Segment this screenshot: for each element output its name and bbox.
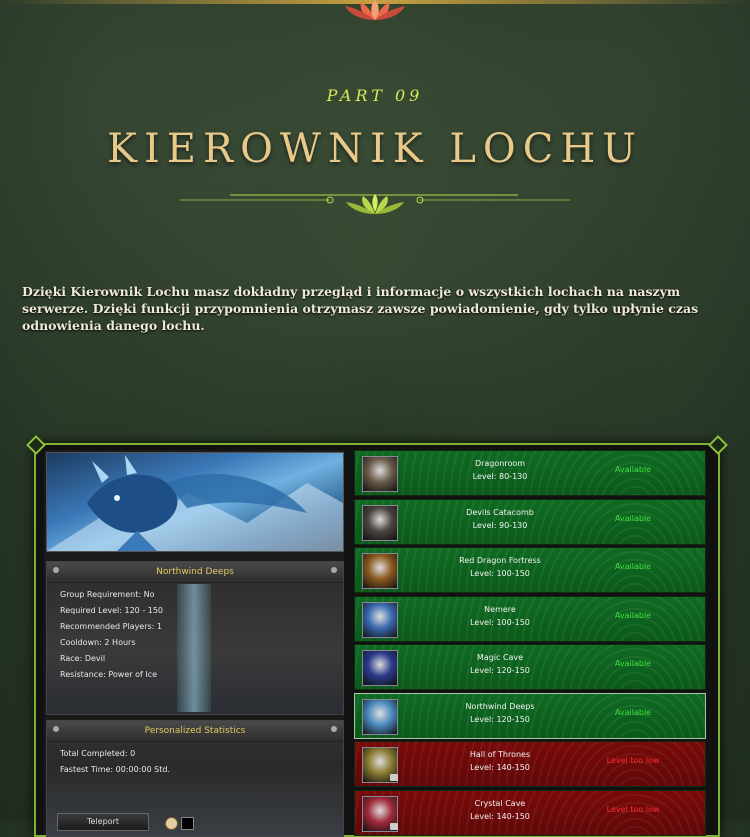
dungeon-info-title: Northwind Deeps [156,567,234,577]
bolt-icon [53,726,59,732]
fastest-time: Fastest Time: 00:00:00 Std. [60,765,170,774]
teleport-button[interactable]: Teleport [57,813,149,831]
dungeon-list-item[interactable]: Magic Cave Level: 120-150 Available [354,644,706,690]
dungeon-list-item[interactable]: Red Dragon Fortress Level: 100-150 Availab… [354,547,706,593]
dungeon-status: Available [614,659,652,668]
dungeon-status: Available [614,465,652,474]
dungeon-level: Level: 80-130 [472,472,528,481]
bolt-icon [331,567,337,573]
dungeon-name: Crystal Cave [474,798,526,808]
dungeon-level: Level: 140-150 [470,763,530,772]
page-description: Dzięki Kierownik Lochu masz dokładny prz… [22,284,699,333]
cooldown: Cooldown: 2 Hours [60,638,136,647]
mage-icon [362,650,398,686]
stats-title: Personalized Statistics [144,726,246,736]
dungeon-manager-window: Northwind Deeps Group Requirement: No Re… [34,443,720,837]
dungeon-level: Level: 140-150 [470,811,530,821]
dungeon-list-item[interactable]: Dragonroom Level: 80-130 Available [354,450,706,496]
ice-dragon-icon [362,698,398,735]
lock-icon [390,822,398,830]
dungeon-level: Level: 100-150 [470,569,530,578]
dungeon-status: Available [614,610,652,620]
dungeon-name: Dragonroom [474,459,526,468]
resistance: Resistance: Power of Ice [60,670,158,679]
page-title: KIEROWNIK LOCHU [107,126,643,172]
lotus-ornament-icon [345,0,405,20]
bolt-icon [331,726,337,732]
required-level: Required Level: 120 - 150 [60,606,164,615]
total-completed: Total Completed: 0 [60,749,136,758]
ice-dragon-icon [47,455,343,551]
dungeon-name: Red Dragon Fortress [459,556,541,565]
recommended-players: Recommended Players: 1 [60,622,163,631]
title-ornament-icon [180,194,570,214]
dungeon-list-item[interactable]: Crystal Cave Level: 140-150 Level too low [354,789,706,836]
dungeon-status: Available [614,562,652,571]
dungeon-info-box: Northwind Deeps Group Requirement: No Re… [46,561,344,715]
dungeon-name: Hall of Thrones [469,750,531,759]
dungeon-list-item[interactable]: Nemere Level: 100-150 Available [354,595,706,642]
race: Race: Devil [60,654,106,663]
dungeon-status: Level too low [606,804,660,814]
dungeon-status: Available [614,707,652,717]
personal-stats-box: Personalized Statistics Total Completed:… [46,720,344,837]
dungeon-status: Level too low [606,756,660,765]
dungeon-name: Nemere [484,604,516,614]
skull-icon [362,504,398,541]
dungeon-level: Level: 120-150 [470,714,530,724]
reminder-toggle-icon[interactable] [165,817,178,830]
dungeon-level: Level: 120-150 [470,666,530,675]
ice-beast-icon [362,601,398,638]
stats-header: Personalized Statistics [47,721,343,742]
group-requirement: Group Requirement: No [60,590,155,599]
dungeon-list-item[interactable]: Northwind Deeps Level: 120-150 Available [354,692,706,739]
dungeon-name: Devils Catacomb [466,507,534,517]
dungeon-list-item[interactable]: Hall of Thrones Level: 140-150 Level too l… [354,741,706,787]
dungeon-name: Magic Cave [476,653,524,662]
dungeon-name: Northwind Deeps [465,701,535,711]
red-dragon-icon [362,553,398,589]
checkbox[interactable] [181,817,194,830]
dungeon-level: Level: 100-150 [470,617,530,627]
lock-icon [390,774,398,781]
dungeon-detail-panel: Northwind Deeps Group Requirement: No Re… [44,450,344,837]
dungeon-list-item[interactable]: Devils Catacomb Level: 90-130 Available [354,498,706,545]
dungeon-banner-image [46,452,344,552]
dragon-icon [362,456,398,492]
dungeon-info-header: Northwind Deeps [47,562,343,583]
bolt-icon [53,567,59,573]
part-label: PART 09 [326,86,424,105]
dungeon-status: Available [614,513,652,523]
dungeon-list: Dragonroom Level: 80-130 Available Devils C… [352,450,706,836]
dungeon-level: Level: 90-130 [472,520,528,530]
